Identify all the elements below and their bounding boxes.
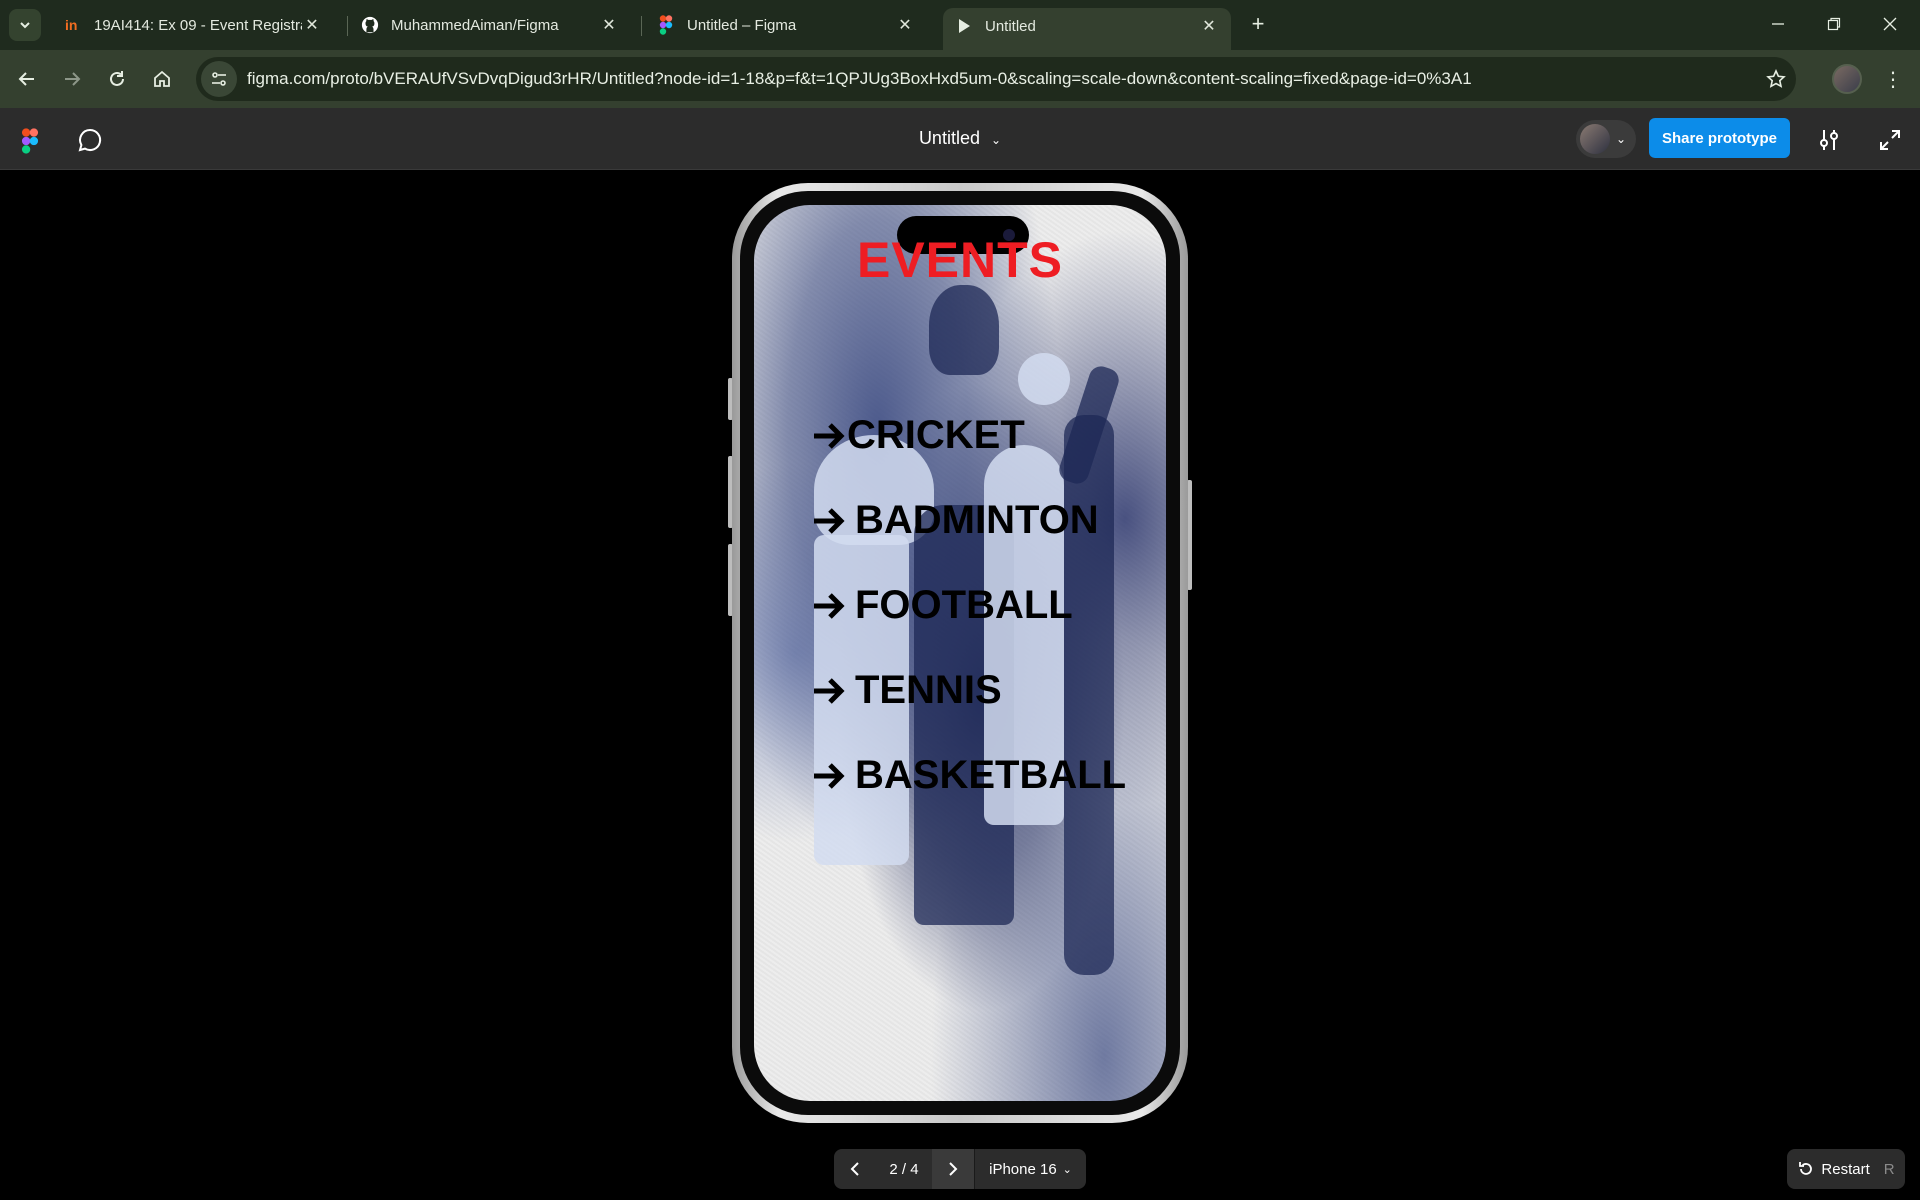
arrow-right-icon	[65, 72, 81, 86]
event-item-football[interactable]: FOOTBALL	[811, 563, 1126, 648]
forward-button[interactable]	[55, 62, 89, 96]
previous-frame-button[interactable]	[834, 1149, 876, 1189]
share-prototype-button[interactable]: Share prototype	[1649, 118, 1790, 158]
close-icon[interactable]: ✕	[599, 15, 619, 35]
figma-logo-icon[interactable]	[20, 128, 40, 154]
event-label: BADMINTON	[855, 498, 1099, 542]
phone-bezel: EVENTS CRICKET BADMINTON FOOTBALL TENNIS	[740, 191, 1180, 1115]
tab-invision[interactable]: in 19AI414: Ex 09 - Event Registrat ✕	[52, 8, 334, 42]
browser-menu-button[interactable]: ⋮	[1878, 64, 1908, 94]
event-label: TENNIS	[855, 668, 1002, 712]
chevron-down-icon: ⌄	[990, 133, 1002, 147]
more-vertical-icon: ⋮	[1883, 68, 1903, 91]
event-list: CRICKET BADMINTON FOOTBALL TENNIS BASKET…	[811, 393, 1126, 818]
close-window-button[interactable]	[1862, 0, 1918, 48]
arrow-right-icon	[814, 507, 845, 534]
iphone-frame: EVENTS CRICKET BADMINTON FOOTBALL TENNIS	[732, 183, 1188, 1123]
chevron-down-icon: ⌄	[1062, 1163, 1072, 1176]
home-button[interactable]	[145, 62, 179, 96]
frame-counter: 2 / 4	[889, 1160, 919, 1178]
bookmark-button[interactable]	[1756, 69, 1796, 89]
fullscreen-icon[interactable]	[1876, 126, 1904, 154]
reload-icon	[110, 71, 124, 86]
arrow-right-icon	[814, 422, 845, 449]
arrow-right-icon	[814, 592, 845, 619]
site-info-button[interactable]	[201, 61, 237, 97]
chevron-down-icon	[20, 22, 30, 29]
close-icon[interactable]: ✕	[895, 15, 915, 35]
prototype-screen[interactable]: EVENTS CRICKET BADMINTON FOOTBALL TENNIS	[754, 205, 1166, 1101]
event-item-badminton[interactable]: BADMINTON	[811, 478, 1126, 563]
plus-icon: +	[1251, 11, 1265, 36]
prototype-title-button[interactable]: Untitled ⌄	[919, 128, 1001, 148]
background-silhouette	[929, 285, 999, 375]
tab-figma-prototype[interactable]: Untitled ✕	[943, 8, 1231, 50]
event-item-tennis[interactable]: TENNIS	[811, 648, 1126, 733]
profile-avatar[interactable]	[1832, 64, 1862, 94]
restart-shortcut: R	[1883, 1160, 1895, 1178]
prototype-title-text: Untitled	[918, 128, 980, 148]
close-icon	[1883, 17, 1897, 31]
address-bar[interactable]: figma.com/proto/bVERAUfVSvDvqDigud3rHR/U…	[196, 57, 1796, 101]
settings-sliders-icon[interactable]	[1815, 126, 1843, 154]
back-button[interactable]	[10, 62, 44, 96]
restart-button[interactable]: Restart R	[1787, 1149, 1905, 1189]
github-icon	[361, 16, 379, 34]
next-frame-button[interactable]	[932, 1149, 974, 1189]
chevron-left-icon	[850, 1162, 859, 1176]
close-icon[interactable]: ✕	[1199, 16, 1219, 36]
tab-title: 19AI414: Ex 09 - Event Registrat	[94, 16, 302, 34]
event-label: CRICKET	[847, 413, 1025, 457]
events-heading: EVENTS	[856, 232, 1064, 288]
restore-icon	[1827, 17, 1841, 31]
url-text[interactable]: figma.com/proto/bVERAUfVSvDvqDigud3rHR/U…	[247, 69, 1756, 89]
invision-icon: in	[64, 16, 82, 34]
new-tab-button[interactable]: +	[1244, 10, 1272, 38]
browser-tab-strip: in 19AI414: Ex 09 - Event Registrat ✕ Mu…	[0, 0, 1920, 50]
event-label: BASKETBALL	[855, 753, 1127, 797]
device-label: iPhone 16	[989, 1160, 1057, 1178]
tab-separator	[347, 16, 348, 36]
restart-icon	[1799, 1162, 1813, 1175]
tune-icon	[212, 72, 226, 86]
event-item-cricket[interactable]: CRICKET	[811, 393, 1126, 478]
comment-icon[interactable]	[76, 126, 104, 154]
device-select[interactable]: iPhone 16 ⌄	[975, 1161, 1086, 1178]
viewer-avatar-button[interactable]: ⌄	[1576, 120, 1636, 158]
star-icon	[1766, 69, 1786, 88]
tab-title: Untitled	[985, 17, 1036, 35]
arrow-left-icon	[18, 72, 34, 86]
tab-github[interactable]: MuhammedAiman/Figma ✕	[349, 8, 631, 42]
avatar	[1580, 124, 1610, 154]
frame-pager: 2 / 4 iPhone 16 ⌄	[834, 1149, 1086, 1189]
event-item-basketball[interactable]: BASKETBALL	[811, 733, 1126, 818]
minimize-button[interactable]	[1750, 0, 1806, 48]
minimize-icon	[1772, 23, 1784, 25]
browser-toolbar: figma.com/proto/bVERAUfVSvDvqDigud3rHR/U…	[0, 50, 1920, 108]
tab-title: MuhammedAiman/Figma	[391, 16, 559, 34]
tab-separator	[641, 16, 642, 36]
close-icon[interactable]: ✕	[302, 15, 322, 35]
chevron-right-icon	[949, 1162, 958, 1176]
figma-icon	[657, 15, 675, 35]
arrow-right-icon	[814, 677, 845, 704]
reload-button[interactable]	[100, 62, 134, 96]
event-label: FOOTBALL	[855, 583, 1073, 627]
chevron-down-icon: ⌄	[1616, 132, 1627, 146]
figma-prototype-header: Untitled ⌄ ⌄ Share prototype	[0, 108, 1920, 170]
restore-button[interactable]	[1806, 0, 1862, 48]
svg-text:in: in	[65, 17, 77, 33]
arrow-right-icon	[814, 762, 845, 789]
tab-figma-editor[interactable]: Untitled – Figma ✕	[645, 8, 927, 42]
tab-search-button[interactable]	[9, 9, 41, 41]
tab-title: Untitled – Figma	[687, 16, 797, 34]
play-icon	[955, 17, 973, 35]
restart-label: Restart	[1821, 1160, 1870, 1178]
home-icon	[154, 70, 170, 87]
